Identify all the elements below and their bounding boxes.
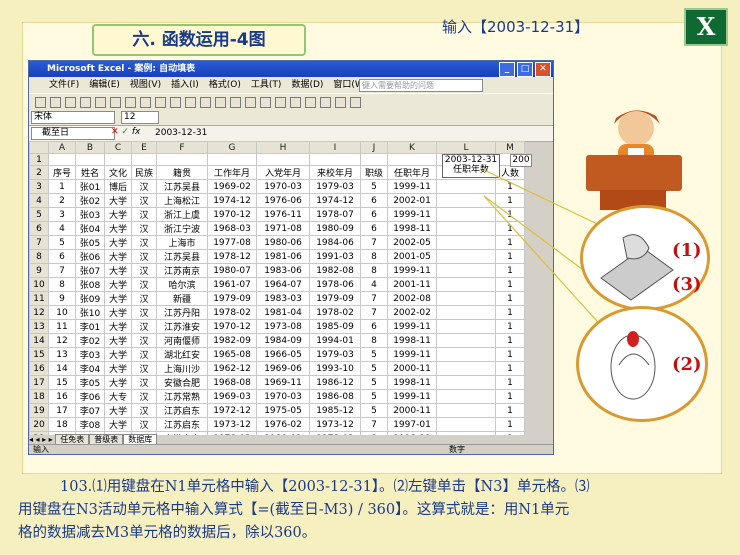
step-2-label: (2)	[672, 354, 702, 375]
step-1-label: (1)	[672, 240, 702, 261]
caption-line-3: 格的数据减去M3单元格的数据后，除以360。	[18, 525, 317, 541]
caption-line-1: 103.⑴用键盘在N1单元格中输入【2003-12-31】。⑵左键单击【N3】单…	[60, 479, 590, 495]
step-3-label: (3)	[672, 274, 702, 295]
caption-line-2: 用键盘在N3活动单元格中输入算式【=(截至日-M3) / 360】。这算式就是：…	[18, 502, 570, 518]
caption: 103.⑴用键盘在N1单元格中输入【2003-12-31】。⑵左键单击【N3】单…	[18, 476, 722, 545]
